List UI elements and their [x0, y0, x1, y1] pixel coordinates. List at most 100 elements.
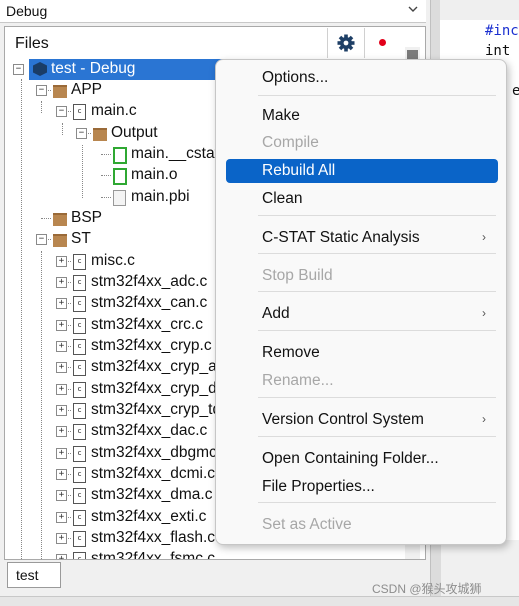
- editor-line: int: [485, 43, 511, 59]
- editor-line: e: [512, 83, 519, 99]
- menu-item-make[interactable]: Make: [226, 104, 498, 128]
- tree-item-label: ST: [71, 230, 91, 247]
- tree-item-label: main.o: [131, 166, 178, 183]
- watermark-text: CSDN @猴头攻城狮: [372, 582, 482, 596]
- menu-item-label: Open Containing Folder...: [262, 450, 439, 467]
- menu-item-label: C-STAT Static Analysis: [262, 229, 420, 246]
- configuration-dropdown[interactable]: Debug: [0, 0, 426, 23]
- tree-item-label: Output: [111, 124, 158, 141]
- c-file-icon: c: [73, 382, 86, 398]
- collapse-icon[interactable]: −: [36, 234, 47, 245]
- menu-separator: [258, 397, 496, 398]
- expand-icon[interactable]: +: [56, 298, 67, 309]
- menu-item-rebuild-all[interactable]: Rebuild All: [226, 159, 498, 183]
- c-file-icon: c: [73, 254, 86, 270]
- menu-item-clean[interactable]: Clean: [226, 187, 498, 211]
- menu-separator: [258, 330, 496, 331]
- tree-item-label: stm32f4xx_fsmc.c: [91, 550, 216, 560]
- c-file-icon: c: [73, 424, 86, 440]
- expand-icon[interactable]: +: [56, 320, 67, 331]
- expand-icon[interactable]: +: [56, 362, 67, 373]
- c-file-icon: c: [73, 467, 86, 483]
- folder-icon: [53, 85, 67, 98]
- tree-item-label: stm32f4xx_adc.c: [91, 273, 208, 290]
- expand-icon[interactable]: +: [56, 448, 67, 459]
- project-icon: [33, 62, 47, 76]
- editor-line: #inc: [485, 23, 519, 39]
- menu-item-file-properties[interactable]: File Properties...: [226, 475, 498, 499]
- menu-item-label: Remove: [262, 344, 320, 361]
- chevron-right-icon: ›: [482, 230, 486, 244]
- c-file-icon: c: [73, 488, 86, 504]
- expand-icon[interactable]: +: [56, 533, 67, 544]
- c-file-icon: c: [73, 339, 86, 355]
- menu-item-remove[interactable]: Remove: [226, 341, 498, 365]
- c-file-icon: c: [73, 446, 86, 462]
- expand-icon[interactable]: +: [56, 469, 67, 480]
- c-file-icon: c: [73, 510, 86, 526]
- collapse-icon[interactable]: −: [13, 64, 24, 75]
- tree-item-label: stm32f4xx_dac.c: [91, 422, 208, 439]
- chevron-down-icon[interactable]: [405, 3, 421, 18]
- expand-icon[interactable]: +: [56, 512, 67, 523]
- menu-item-label: Rebuild All: [262, 162, 336, 179]
- menu-item-add[interactable]: Add ›: [226, 302, 498, 326]
- c-file-icon: c: [73, 275, 86, 291]
- menu-item-version-control-system[interactable]: Version Control System ›: [226, 408, 498, 432]
- tree-item-label: main.c: [91, 102, 137, 119]
- menu-item-open-containing-folder[interactable]: Open Containing Folder...: [226, 447, 498, 471]
- tab-test[interactable]: test: [7, 562, 61, 588]
- menu-item-label: Version Control System: [262, 411, 424, 428]
- collapse-icon[interactable]: −: [36, 85, 47, 96]
- menu-item-label: File Properties...: [262, 478, 375, 495]
- menu-item-label: Add: [262, 305, 290, 322]
- tree-item-label: main.pbi: [131, 188, 190, 205]
- tree-item[interactable]: + c stm32f4xx_fsmc.c: [5, 549, 400, 560]
- menu-separator: [258, 253, 496, 254]
- menu-separator: [258, 95, 496, 96]
- tree-item-label: misc.c: [91, 252, 135, 269]
- expand-icon[interactable]: +: [56, 490, 67, 501]
- menu-item-c-stat-static-analysis[interactable]: C-STAT Static Analysis ›: [226, 226, 498, 250]
- c-file-icon: c: [73, 360, 86, 376]
- collapse-icon[interactable]: −: [76, 128, 87, 139]
- folder-icon: [93, 128, 107, 141]
- file-icon: [113, 190, 126, 206]
- expand-icon[interactable]: +: [56, 341, 67, 352]
- editor-tabbar: [440, 0, 519, 21]
- record-icon[interactable]: [364, 28, 401, 58]
- folder-icon: [53, 234, 67, 247]
- tree-item-label: stm32f4xx_can.c: [91, 294, 208, 311]
- tree-item-label: stm32f4xx_exti.c: [91, 508, 207, 525]
- workspace-title: Files: [15, 35, 49, 52]
- c-file-icon: c: [73, 318, 86, 334]
- c-file-icon: c: [73, 552, 86, 559]
- output-file-icon: [113, 147, 127, 164]
- expand-icon[interactable]: +: [56, 554, 67, 559]
- context-menu: Options... Make Compile Rebuild All Clean C-S…: [215, 59, 507, 545]
- collapse-icon[interactable]: −: [56, 106, 67, 117]
- expand-icon[interactable]: +: [56, 384, 67, 395]
- menu-item-rename: Rename...: [226, 369, 498, 393]
- c-file-icon: c: [73, 403, 86, 419]
- menu-separator: [258, 291, 496, 292]
- menu-item-label: Stop Build: [262, 267, 333, 284]
- tree-item-label: test - Debug: [51, 60, 136, 77]
- menu-separator: [258, 436, 496, 437]
- output-file-icon: [113, 168, 127, 185]
- folder-icon: [53, 213, 67, 226]
- workspace-header: Files: [5, 27, 425, 59]
- menu-item-label: Options...: [262, 69, 329, 86]
- menu-item-options[interactable]: Options...: [226, 66, 498, 90]
- tree-item-project[interactable]: − test - Debug: [13, 59, 223, 80]
- menu-item-set-as-active: Set as Active: [226, 513, 498, 537]
- tree-item-label: stm32f4xx_flash.c: [91, 529, 216, 546]
- tree-item-label: APP: [71, 81, 103, 98]
- expand-icon[interactable]: +: [56, 277, 67, 288]
- expand-icon[interactable]: +: [56, 256, 67, 267]
- expand-icon[interactable]: +: [56, 426, 67, 437]
- c-file-icon: c: [73, 531, 86, 547]
- gear-icon[interactable]: [327, 28, 364, 58]
- chevron-right-icon: ›: [482, 306, 486, 320]
- expand-icon[interactable]: +: [56, 405, 67, 416]
